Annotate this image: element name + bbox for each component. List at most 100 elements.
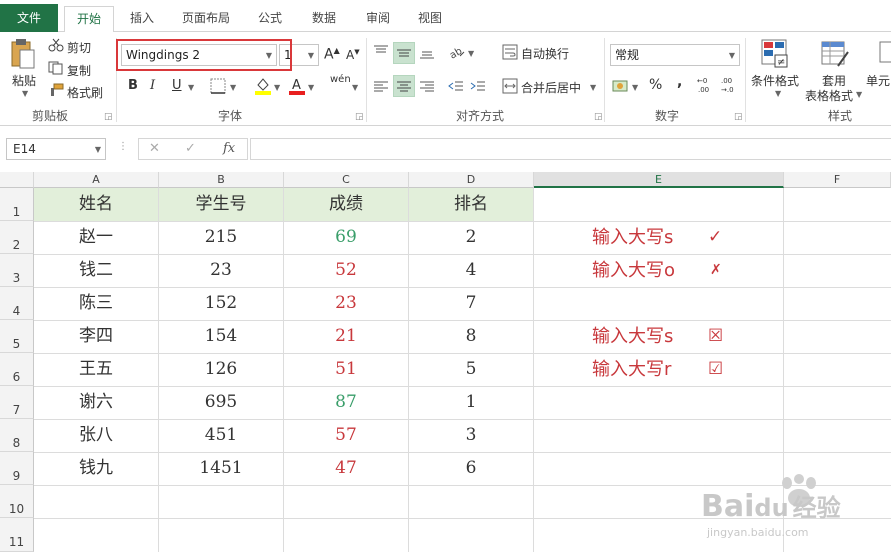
note-text[interactable]: 输入大写r	[592, 353, 671, 386]
align-middle-icon[interactable]	[396, 46, 412, 63]
format-as-table-dropdown-icon[interactable]: ▼	[856, 90, 862, 99]
cell-b5[interactable]: 154	[159, 320, 283, 353]
conditional-format-button[interactable]: 条件格式	[751, 72, 799, 89]
paste-icon[interactable]	[10, 38, 36, 75]
row-header-10[interactable]: 10	[0, 485, 34, 518]
cell-a6[interactable]: 王五	[34, 353, 158, 386]
column-header-c[interactable]: C	[284, 172, 409, 188]
cell-c2[interactable]: 69	[284, 221, 408, 254]
cell-d2[interactable]: 2	[409, 221, 533, 254]
border-icon[interactable]	[210, 78, 226, 97]
formula-input[interactable]	[250, 138, 891, 160]
decrease-indent-icon[interactable]	[448, 79, 464, 96]
align-top-icon[interactable]	[373, 44, 389, 61]
cancel-icon[interactable]: ✕	[149, 141, 160, 156]
column-header-d[interactable]: D	[409, 172, 534, 188]
grow-font-button[interactable]: A▲	[324, 46, 340, 63]
row-header-5[interactable]: 5	[0, 320, 34, 353]
conditional-format-dropdown-icon[interactable]: ▼	[775, 89, 781, 98]
shrink-font-button[interactable]: A▼	[346, 48, 360, 62]
cell-b1[interactable]: 学生号	[159, 188, 283, 221]
bold-button[interactable]: B	[128, 78, 138, 93]
cell-c1[interactable]: 成绩	[284, 188, 408, 221]
tab-insert[interactable]: 插入	[120, 6, 164, 32]
note-text[interactable]: 输入大写o	[592, 254, 675, 287]
cell-styles-button[interactable]: 单元	[866, 72, 890, 89]
cell-d1[interactable]: 排名	[409, 188, 533, 221]
cell-b8[interactable]: 451	[159, 419, 283, 452]
comma-button[interactable]: ,	[677, 74, 682, 90]
column-header-a[interactable]: A	[34, 172, 159, 188]
accounting-format-icon[interactable]	[612, 78, 630, 97]
cell-c8[interactable]: 57	[284, 419, 408, 452]
increase-decimal-icon[interactable]: ←0.00	[697, 76, 717, 97]
cell-a2[interactable]: 赵一	[34, 221, 158, 254]
insert-function-icon[interactable]: fx	[223, 141, 235, 156]
number-launcher-icon[interactable]: ◲	[734, 112, 743, 122]
row-header-1[interactable]: 1	[0, 188, 34, 221]
row-header-11[interactable]: 11	[0, 518, 34, 552]
underline-dropdown-icon[interactable]: ▼	[188, 83, 194, 92]
percent-button[interactable]: %	[649, 77, 662, 93]
orientation-dropdown-icon[interactable]: ▼	[468, 49, 474, 58]
cell-d8[interactable]: 3	[409, 419, 533, 452]
tab-review[interactable]: 审阅	[358, 6, 398, 32]
align-left-icon[interactable]	[373, 79, 389, 96]
alignment-launcher-icon[interactable]: ◲	[594, 112, 603, 122]
cell-b6[interactable]: 126	[159, 353, 283, 386]
decrease-decimal-icon[interactable]: .00 →.0	[720, 76, 740, 97]
cell-c7[interactable]: 87	[284, 386, 408, 419]
cell-d7[interactable]: 1	[409, 386, 533, 419]
increase-indent-icon[interactable]	[470, 79, 486, 96]
cell-b9[interactable]: 1451	[159, 452, 283, 485]
column-header-b[interactable]: B	[159, 172, 284, 188]
font-color-dropdown-icon[interactable]: ▼	[308, 83, 314, 92]
format-as-table-button[interactable]: 表格格式	[805, 87, 853, 104]
cell-c6[interactable]: 51	[284, 353, 408, 386]
cell-c9[interactable]: 47	[284, 452, 408, 485]
confirm-icon[interactable]: ✓	[185, 141, 196, 156]
cell-d9[interactable]: 6	[409, 452, 533, 485]
note-text[interactable]: 输入大写s	[592, 221, 673, 254]
tab-view[interactable]: 视图	[410, 6, 450, 32]
fill-color-icon[interactable]	[254, 76, 272, 99]
row-header-9[interactable]: 9	[0, 452, 34, 485]
name-box[interactable]: E14 ▼	[6, 138, 106, 160]
phonetic-button[interactable]: wén	[330, 74, 351, 85]
cell-a3[interactable]: 钱二	[34, 254, 158, 287]
format-painter-button[interactable]: 格式刷	[67, 84, 103, 101]
align-bottom-icon[interactable]	[419, 46, 435, 63]
cell-a5[interactable]: 李四	[34, 320, 158, 353]
cell-a8[interactable]: 张八	[34, 419, 158, 452]
cell-d3[interactable]: 4	[409, 254, 533, 287]
merge-dropdown-icon[interactable]: ▼	[590, 83, 596, 92]
italic-button[interactable]: I	[150, 78, 155, 93]
row-header-7[interactable]: 7	[0, 386, 34, 419]
cell-b7[interactable]: 695	[159, 386, 283, 419]
cut-button[interactable]: 剪切	[67, 39, 91, 56]
number-format-select[interactable]: 常规 ▼	[610, 44, 740, 66]
font-launcher-icon[interactable]: ◲	[355, 112, 364, 122]
tab-file[interactable]: 文件	[0, 4, 58, 32]
cell-b2[interactable]: 215	[159, 221, 283, 254]
column-header-f[interactable]: F	[784, 172, 891, 188]
row-header-8[interactable]: 8	[0, 419, 34, 452]
cell-c4[interactable]: 23	[284, 287, 408, 320]
underline-button[interactable]: U	[172, 78, 182, 93]
copy-button[interactable]: 复制	[67, 62, 91, 79]
phonetic-dropdown-icon[interactable]: ▼	[352, 83, 358, 92]
tab-page-layout[interactable]: 页面布局	[176, 6, 236, 32]
cell-c5[interactable]: 21	[284, 320, 408, 353]
row-header-3[interactable]: 3	[0, 254, 34, 287]
cell-c3[interactable]: 52	[284, 254, 408, 287]
paste-dropdown-icon[interactable]: ▼	[22, 89, 28, 98]
tab-data[interactable]: 数据	[304, 6, 344, 32]
tab-formulas[interactable]: 公式	[250, 6, 290, 32]
fill-color-dropdown-icon[interactable]: ▼	[274, 83, 280, 92]
cell-a7[interactable]: 谢六	[34, 386, 158, 419]
accounting-dropdown-icon[interactable]: ▼	[632, 83, 638, 92]
note-text[interactable]: 输入大写s	[592, 320, 673, 353]
orientation-icon[interactable]: ab	[448, 44, 466, 63]
cell-b4[interactable]: 152	[159, 287, 283, 320]
clipboard-launcher-icon[interactable]: ◲	[104, 112, 113, 122]
